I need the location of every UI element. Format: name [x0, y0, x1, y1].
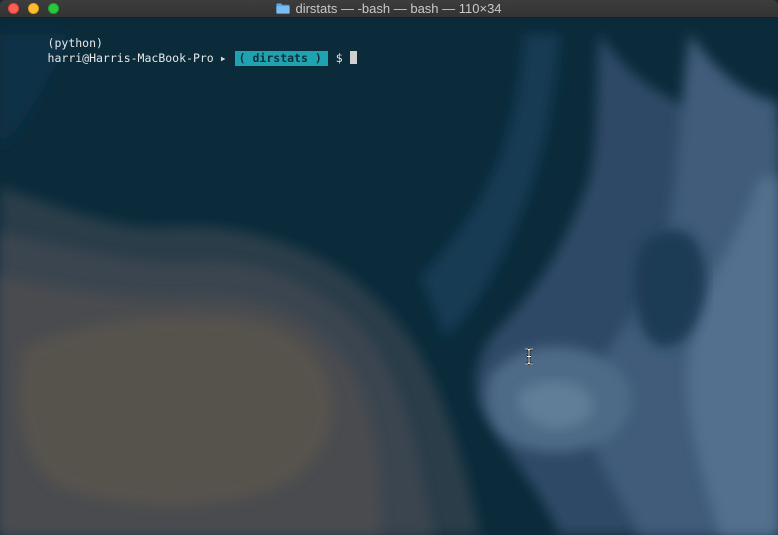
terminal-window: dirstats — -bash — bash — 110×34 (python…: [0, 0, 778, 535]
ibeam-cursor-icon: [525, 348, 533, 365]
prompt-separator-icon: ▸: [219, 51, 227, 65]
title-bar[interactable]: dirstats — -bash — bash — 110×34: [0, 0, 778, 18]
folder-icon: [276, 3, 291, 14]
directory-badge: ( dirstats ): [234, 51, 328, 66]
window-title-group: dirstats — -bash — bash — 110×34: [0, 0, 778, 17]
prompt-symbol: $: [335, 51, 343, 65]
prompt-line: (python) harri@Harris-MacBook-Pro ▸ ( dirs…: [6, 21, 357, 66]
user-host-label: harri@Harris-MacBook-Pro: [47, 51, 214, 65]
block-cursor: [349, 51, 357, 64]
python-env-label: (python): [47, 36, 103, 50]
terminal-content[interactable]: (python) harri@Harris-MacBook-Pro ▸ ( dirs…: [0, 18, 778, 535]
window-title: dirstats — -bash — bash — 110×34: [295, 1, 502, 16]
